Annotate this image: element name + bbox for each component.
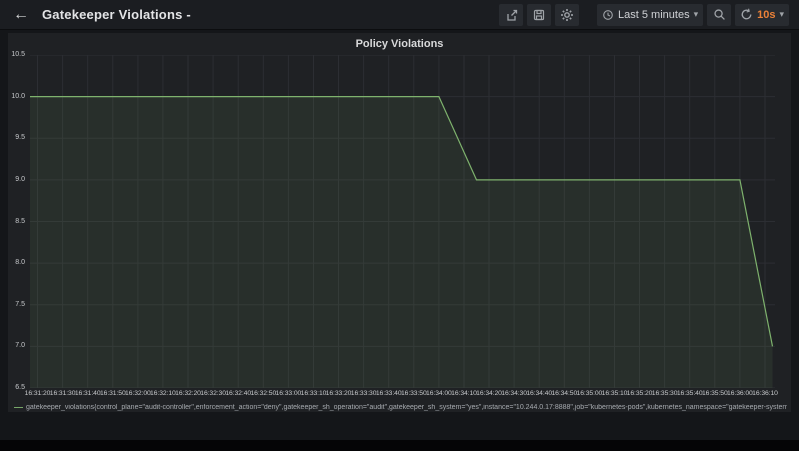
refresh-icon (740, 8, 753, 21)
y-axis-label: 10.0 (11, 93, 25, 100)
zoom-out-button[interactable] (707, 4, 731, 26)
x-axis-label: 16:32:40 (225, 390, 251, 397)
x-axis-label: 16:34:20 (476, 390, 502, 397)
y-axis-label: 9.0 (15, 176, 25, 183)
y-axis-label: 8.5 (15, 218, 25, 225)
save-button[interactable] (527, 4, 551, 26)
refresh-button[interactable]: 10s ▾ (735, 4, 789, 26)
x-axis-label: 16:31:50 (100, 390, 126, 397)
x-axis-label: 16:32:20 (175, 390, 201, 397)
x-axis-label: 16:35:50 (702, 390, 728, 397)
y-axis-label: 6.5 (15, 384, 25, 391)
x-axis-label: 16:32:50 (250, 390, 276, 397)
top-navbar: ← Gatekeeper Violations - (0, 0, 799, 30)
x-axis-label: 16:32:00 (125, 390, 151, 397)
x-axis-label: 16:35:10 (602, 390, 628, 397)
y-axis-label: 10.5 (11, 51, 25, 58)
share-icon (504, 8, 518, 22)
x-axis-label: 16:31:30 (50, 390, 76, 397)
chart-svg (30, 55, 775, 388)
y-axis-label: 9.5 (15, 134, 25, 141)
x-axis-label: 16:34:10 (451, 390, 477, 397)
gear-icon (560, 8, 574, 22)
x-axis-label: 16:32:10 (150, 390, 176, 397)
x-axis-label: 16:34:30 (501, 390, 527, 397)
navbar-toolbar: Last 5 minutes ▾ 10s ▾ (499, 4, 789, 26)
x-axis-label: 16:31:40 (75, 390, 101, 397)
x-axis-label: 16:34:50 (551, 390, 577, 397)
y-axis-label: 7.0 (15, 342, 25, 349)
x-axis: 16:31:2016:31:3016:31:4016:31:5016:32:00… (30, 390, 775, 402)
chart-plot-area[interactable] (30, 55, 775, 388)
x-axis-label: 16:34:40 (526, 390, 552, 397)
legend-series-label: gatekeeper_violations{control_plane="aud… (26, 404, 787, 411)
share-button[interactable] (499, 4, 523, 26)
x-axis-label: 16:35:40 (677, 390, 703, 397)
x-axis-label: 16:33:00 (276, 390, 302, 397)
x-axis-label: 16:32:30 (200, 390, 226, 397)
refresh-chevron-down-icon: ▾ (779, 10, 784, 19)
settings-button[interactable] (555, 4, 579, 26)
y-axis-label: 7.5 (15, 301, 25, 308)
y-axis: 10.510.09.59.08.58.07.57.06.5 (8, 55, 28, 388)
x-axis-label: 16:33:20 (326, 390, 352, 397)
x-axis-label: 16:35:30 (652, 390, 678, 397)
y-axis-label: 8.0 (15, 259, 25, 266)
x-axis-label: 16:35:00 (577, 390, 603, 397)
x-axis-label: 16:31:20 (25, 390, 51, 397)
x-axis-label: 16:33:30 (351, 390, 377, 397)
legend[interactable]: — gatekeeper_violations{control_plane="a… (14, 402, 787, 412)
x-axis-label: 16:33:40 (376, 390, 402, 397)
x-axis-label: 16:33:10 (301, 390, 327, 397)
bottom-strip (0, 440, 799, 451)
x-axis-label: 16:33:50 (401, 390, 427, 397)
dashboard-title[interactable]: Gatekeeper Violations - (42, 7, 191, 22)
x-axis-label: 16:36:10 (752, 390, 778, 397)
clock-icon (602, 9, 614, 21)
magnifier-icon (713, 8, 726, 21)
panel-title[interactable]: Policy Violations (8, 33, 791, 53)
time-range-picker[interactable]: Last 5 minutes ▾ (597, 4, 703, 26)
refresh-interval-label: 10s (757, 9, 775, 21)
graph-panel: Policy Violations 10.5 10.0 9.5 9.0 8.5 8.0 7.… (8, 33, 791, 412)
x-axis-label: 16:35:20 (627, 390, 653, 397)
chevron-down-icon: ▾ (694, 10, 699, 19)
legend-series-swatch: — (14, 403, 23, 412)
time-range-label: Last 5 minutes (618, 9, 690, 21)
back-icon[interactable]: ← (10, 7, 32, 23)
x-axis-label: 16:36:00 (727, 390, 753, 397)
x-axis-label: 16:34:00 (426, 390, 452, 397)
save-icon (532, 8, 546, 22)
